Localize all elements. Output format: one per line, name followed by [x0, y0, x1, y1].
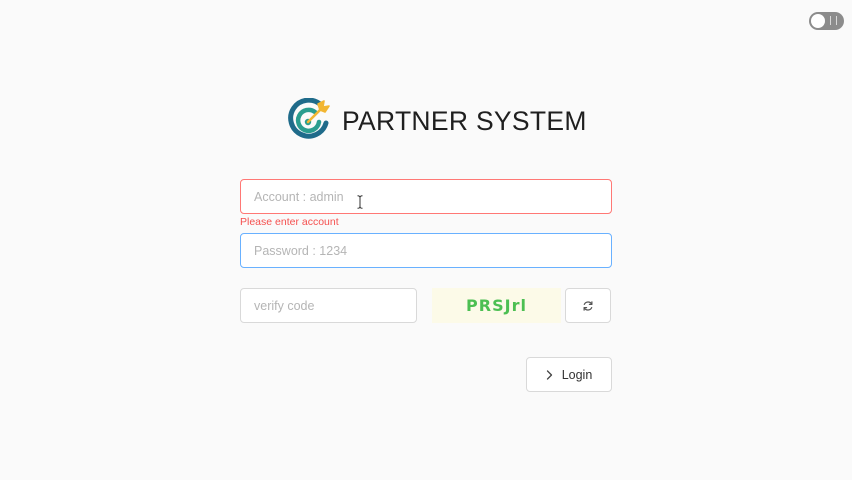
login-label: Login: [561, 367, 593, 382]
captcha-text: PRSJrl: [466, 296, 527, 315]
captcha-image[interactable]: PRSJrl: [432, 288, 561, 323]
target-logo-icon: [288, 98, 330, 139]
brand-logo: PARTNER SYSTEM: [287, 98, 587, 144]
refresh-captcha-button[interactable]: [565, 288, 611, 323]
login-button[interactable]: Login: [526, 357, 612, 392]
verify-code-field[interactable]: [240, 288, 417, 323]
theme-toggle-switch[interactable]: [809, 12, 844, 30]
toggle-mark-icon: [830, 16, 837, 25]
chevron-right-icon: [546, 369, 553, 380]
account-error-message: Please enter account: [240, 216, 339, 228]
toggle-knob: [811, 14, 825, 28]
account-input[interactable]: [254, 189, 598, 204]
password-field[interactable]: [240, 233, 612, 268]
text-cursor-icon: [357, 195, 363, 209]
verify-code-input[interactable]: [254, 298, 403, 313]
account-field[interactable]: [240, 179, 612, 214]
refresh-icon: [583, 300, 593, 311]
brand-title: PARTNER SYSTEM: [342, 105, 587, 136]
password-input[interactable]: [254, 243, 598, 258]
